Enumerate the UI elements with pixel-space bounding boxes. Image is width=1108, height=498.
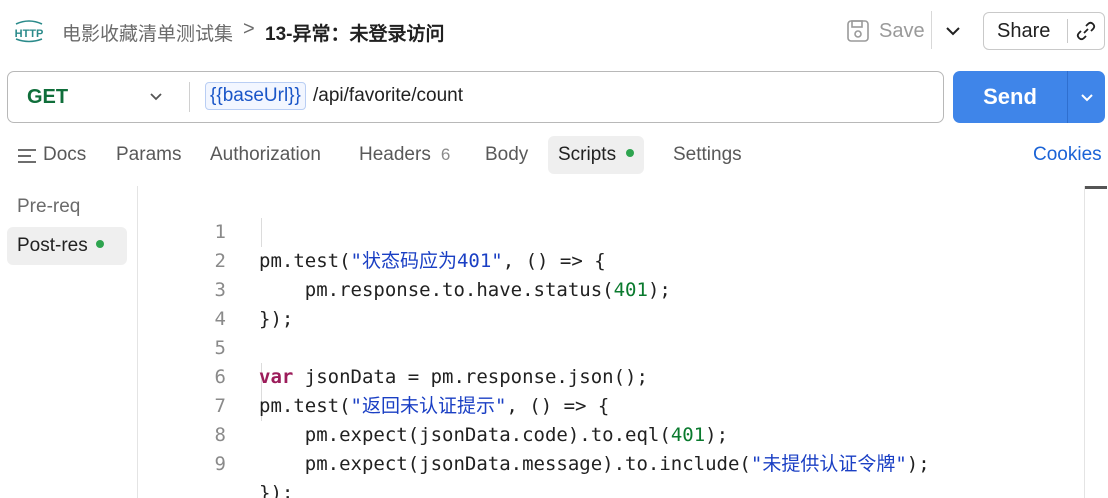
cookies-link[interactable]: Cookies xyxy=(1033,136,1102,174)
method-select[interactable]: GET xyxy=(27,86,68,109)
tab-docs[interactable]: Docs xyxy=(43,136,86,174)
tab-params[interactable]: Params xyxy=(116,136,181,174)
headers-count-badge: 6 xyxy=(440,145,451,164)
script-editor[interactable]: 1 pm.test("状态码应为401", () => { 2 pm.respo… xyxy=(138,186,1084,498)
code-line: 1 pm.test("状态码应为401", () => { xyxy=(138,189,1084,272)
url-variable[interactable]: {{baseUrl}} xyxy=(205,82,306,110)
code-line: 8 pm.expect(jsonData.message).to.include… xyxy=(138,392,1084,475)
share-button[interactable]: Share xyxy=(983,12,1105,50)
tab-scripts-label: Scripts xyxy=(558,144,617,165)
send-button[interactable]: Send xyxy=(953,71,1105,123)
status-dot xyxy=(626,148,635,157)
code-line: 6 pm.test("返回未认证提示", () => { xyxy=(138,334,1084,417)
code-line: 9 }); xyxy=(138,421,1084,498)
url-bar: GET {{baseUrl}} /api/favorite/count xyxy=(7,71,944,123)
tab-settings[interactable]: Settings xyxy=(673,136,742,174)
url-divider xyxy=(189,82,190,112)
code-text: pm.expect(jsonData.message).to.include("… xyxy=(259,453,930,475)
url-input[interactable]: /api/favorite/count xyxy=(313,85,463,107)
sidebar-item-post-response[interactable]: Post-res xyxy=(7,227,127,265)
code-text: }); xyxy=(259,482,294,498)
save-button[interactable]: Save xyxy=(843,14,929,48)
tab-body[interactable]: Body xyxy=(485,136,528,174)
tab-headers[interactable]: Headers 6 xyxy=(359,136,450,174)
code-line: 3 }); xyxy=(138,247,1084,330)
chevron-down-icon[interactable] xyxy=(146,86,166,106)
page-title[interactable]: 13-异常：未登录访问 xyxy=(265,19,444,46)
tab-scripts[interactable]: Scripts xyxy=(548,136,645,174)
http-icon: HTTP xyxy=(14,18,44,44)
save-label: Save xyxy=(879,19,925,42)
code-line: 2 pm.response.to.have.status(401); xyxy=(138,218,1084,301)
tab-headers-label: Headers xyxy=(359,144,431,165)
sidebar-item-pre-request[interactable]: Pre-req xyxy=(7,188,90,226)
send-label: Send xyxy=(983,84,1037,109)
link-icon[interactable] xyxy=(1068,13,1104,49)
code-line: 4 xyxy=(138,276,1084,330)
breadcrumb-separator: > xyxy=(243,18,255,40)
scrollbar-thumb[interactable] xyxy=(1085,186,1107,189)
save-icon xyxy=(845,18,871,44)
request-tabs: Docs Params Authorization Headers 6 Body … xyxy=(0,136,1108,176)
docs-icon xyxy=(17,148,37,164)
share-label: Share xyxy=(997,19,1051,42)
tab-authorization[interactable]: Authorization xyxy=(210,136,321,174)
breadcrumb-parent[interactable]: 电影收藏清单测试集 xyxy=(62,19,233,46)
scrollbar-track xyxy=(1084,186,1085,498)
sidebar-item-label: Post-res xyxy=(17,235,88,256)
chevron-down-icon[interactable] xyxy=(940,18,966,44)
svg-text:HTTP: HTTP xyxy=(15,28,44,40)
code-line: 7 pm.expect(jsonData.code).to.eql(401); xyxy=(138,363,1084,446)
status-dot xyxy=(95,239,104,248)
chevron-down-icon[interactable] xyxy=(1068,87,1105,107)
line-number: 9 xyxy=(214,453,226,475)
code-line: 5 var jsonData = pm.response.json(); xyxy=(138,305,1084,388)
top-bar: HTTP 电影收藏清单测试集 > 13-异常：未登录访问 Save Share xyxy=(0,0,1108,62)
save-divider xyxy=(931,11,932,49)
